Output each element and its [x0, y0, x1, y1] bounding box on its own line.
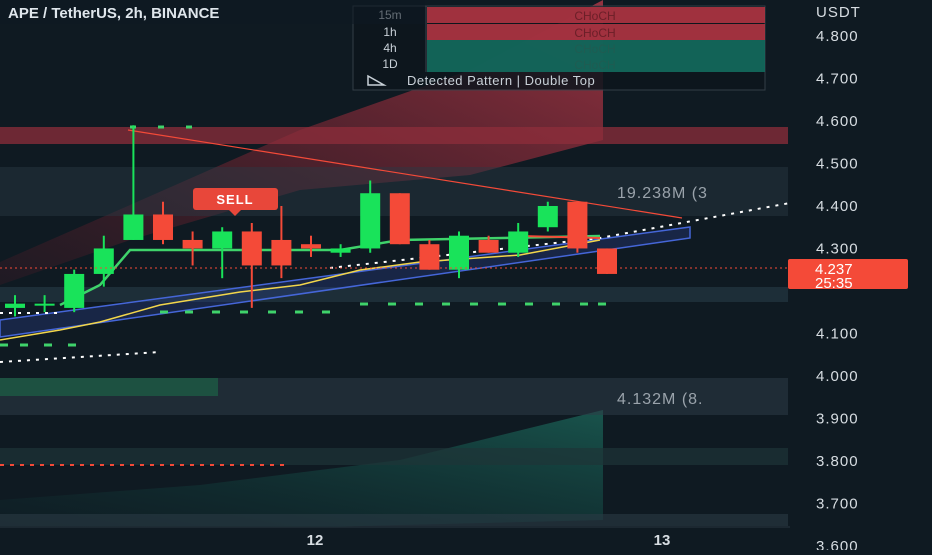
mtf-value: CHoCH	[574, 9, 615, 23]
price-tick-label: 3.600	[816, 538, 859, 550]
bearish-candle-body	[419, 244, 440, 270]
price-tick-label: 3.700	[816, 495, 859, 512]
chart-stage[interactable]: SELL 19.238M (3 4.132M (8. USDT 4.800 4.7…	[0, 0, 932, 555]
candle	[567, 201, 588, 253]
bottom-zone	[0, 514, 788, 526]
mtf-row-15m: 15m CHoCH	[378, 7, 765, 23]
bullish-candle-body	[123, 214, 144, 240]
bullish-candle-body	[34, 303, 55, 306]
bearish-candle-body	[389, 193, 410, 245]
bullish-candle-body	[537, 205, 558, 228]
price-countdown: 25:35	[815, 275, 853, 292]
symbol-title[interactable]: APE / TetherUS, 2h, BINANCE	[8, 5, 219, 22]
candle	[419, 239, 440, 270]
mtf-row-1h: 1h CHoCH	[383, 24, 765, 40]
bullish-candle-body	[508, 231, 529, 253]
price-tick-label: 4.800	[816, 28, 859, 45]
bearish-candle-body	[182, 239, 203, 249]
mtf-value: CHoCH	[574, 42, 615, 56]
mtf-timeframe: 1h	[383, 25, 396, 39]
demand-block	[0, 378, 218, 396]
candle	[537, 201, 558, 232]
mtf-value: CHoCH	[574, 26, 615, 40]
bullish-candle-body	[360, 193, 381, 249]
time-tick-13: 13	[654, 532, 671, 549]
currency-label: USDT	[816, 4, 861, 21]
support-zone	[0, 287, 788, 302]
price-tick-label: 4.100	[816, 325, 859, 342]
mtf-timeframe: 4h	[383, 41, 396, 55]
price-tick-label: 4.700	[816, 71, 859, 88]
bearish-candle-body	[271, 239, 292, 266]
sell-signal-label: SELL	[216, 192, 253, 207]
bullish-candle-body	[212, 231, 233, 249]
price-tick-label: 4.000	[816, 368, 859, 385]
candle	[64, 269, 85, 313]
bearish-candle-body	[153, 214, 173, 240]
supply-zone	[0, 127, 788, 144]
candle	[597, 248, 617, 274]
price-chart[interactable]: SELL 19.238M (3 4.132M (8. USDT 4.800 4.7…	[0, 0, 932, 555]
price-tick-label: 4.300	[816, 240, 859, 257]
time-tick-12: 12	[307, 532, 324, 549]
time-axis-panel[interactable]	[0, 527, 790, 550]
candle	[389, 193, 410, 245]
lower-zone	[0, 448, 788, 465]
mtf-value: CHoCH	[574, 58, 615, 72]
bullish-candle-body	[5, 303, 25, 308]
bullish-candle-body	[449, 235, 469, 270]
mtf-timeframe: 1D	[382, 57, 398, 71]
bearish-candle-body	[567, 201, 588, 249]
mtf-row-4h: 4h CHoCH	[383, 40, 765, 56]
price-tick-label: 4.600	[816, 113, 859, 130]
bullish-candle-body	[330, 248, 351, 253]
detected-pattern-label: Detected Pattern | Double Top	[407, 73, 595, 88]
price-tick-label: 4.400	[816, 198, 859, 215]
bullish-candle-body	[93, 248, 114, 274]
volume-label-lower: 4.132M (8.	[617, 391, 703, 408]
bearish-candle-body	[241, 231, 262, 266]
price-tick-label: 3.900	[816, 410, 859, 427]
price-tick-label: 4.500	[816, 156, 859, 173]
bearish-candle-body	[597, 248, 617, 274]
volume-label-upper: 19.238M (3	[617, 185, 708, 202]
bearish-candle-body	[301, 244, 321, 249]
mtf-row-1d: 1D CHoCH	[382, 56, 765, 72]
bearish-candle-body	[478, 239, 499, 253]
price-tick-label: 3.800	[816, 453, 859, 470]
bullish-candle-body	[64, 273, 85, 308]
